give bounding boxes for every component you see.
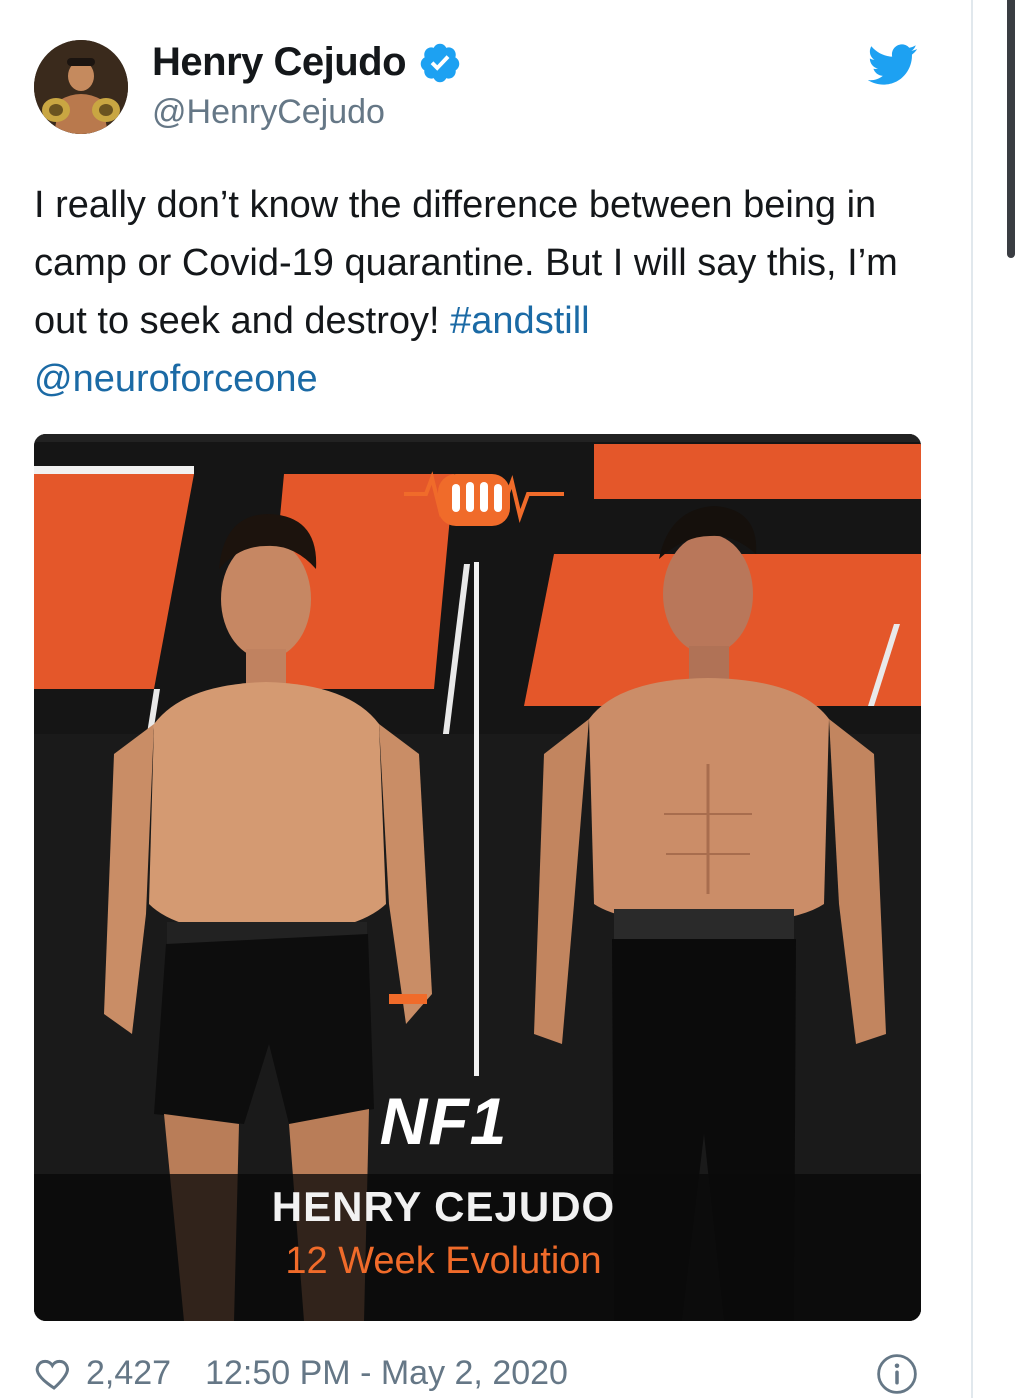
timeline-border <box>971 0 973 1398</box>
display-name[interactable]: Henry Cejudo <box>152 40 462 85</box>
info-icon[interactable] <box>876 1353 918 1395</box>
timestamp[interactable]: 12:50 PM - May 2, 2020 <box>205 1354 568 1393</box>
user-handle[interactable]: @HenryCejudo <box>152 93 385 132</box>
tweet-footer: 2,427 12:50 PM - May 2, 2020 <box>34 1350 568 1396</box>
display-name-text: Henry Cejudo <box>152 40 407 84</box>
media-caption-title: HENRY CEJUDO <box>271 1183 616 1230</box>
tweet-text: I really don’t know the difference betwe… <box>34 176 934 408</box>
heart-icon[interactable] <box>34 1353 74 1393</box>
tweet-card[interactable]: Henry Cejudo @HenryCejudo I really don’t… <box>0 0 970 1398</box>
like-count[interactable]: 2,427 <box>86 1354 171 1393</box>
nf1-logo: NF1 <box>379 1084 508 1158</box>
media-caption-subtitle: 12 Week Evolution <box>285 1240 602 1282</box>
scrollbar-thumb[interactable] <box>1007 0 1015 258</box>
twitter-bird-icon[interactable] <box>868 44 918 86</box>
mention-link[interactable]: @neuroforceone <box>34 358 318 400</box>
verified-badge-icon <box>420 43 460 82</box>
avatar[interactable] <box>34 40 128 134</box>
hashtag-link[interactable]: #andstill <box>450 300 589 342</box>
